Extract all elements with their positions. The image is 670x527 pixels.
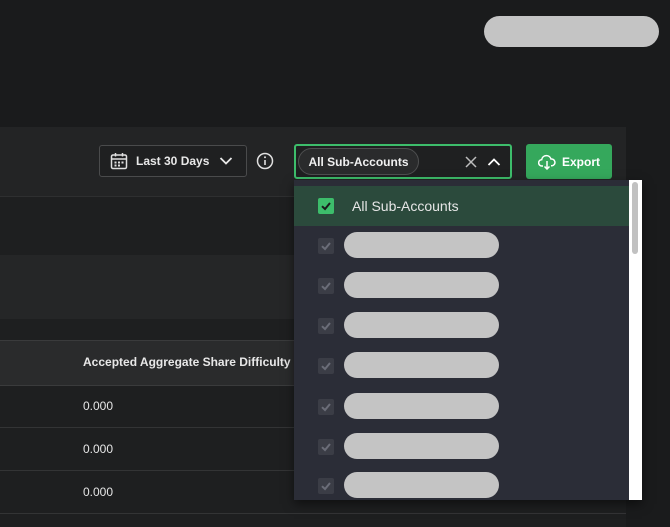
redacted-option-label (344, 393, 499, 419)
close-icon[interactable] (464, 155, 478, 169)
table-cell: 0.000 (83, 442, 114, 456)
redacted-option-label (344, 352, 499, 378)
checkmark-icon (321, 282, 331, 291)
checkmark-icon (321, 362, 331, 371)
dropdown-option[interactable] (294, 346, 629, 386)
table-cell: 0.000 (83, 485, 114, 499)
checkmark-icon (321, 403, 331, 412)
checkbox[interactable] (318, 238, 334, 254)
info-icon[interactable] (256, 152, 274, 170)
cloud-download-icon (537, 154, 556, 170)
export-label: Export (561, 154, 600, 169)
selected-chip[interactable]: All Sub-Accounts (298, 148, 419, 175)
dropdown-option-label: All Sub-Accounts (352, 198, 459, 214)
checkbox[interactable] (318, 318, 334, 334)
date-range-label: Last 30 Days (136, 154, 210, 168)
scrollbar-thumb[interactable] (632, 182, 638, 254)
table-cell: 0.000 (83, 399, 114, 413)
redacted-option-label (344, 272, 499, 298)
chevron-down-icon (219, 154, 233, 168)
chevron-up-icon[interactable] (487, 155, 501, 169)
redacted-option-label (344, 433, 499, 459)
checkbox[interactable] (318, 439, 334, 455)
dropdown-option[interactable] (294, 427, 629, 467)
checkbox[interactable] (318, 399, 334, 415)
checkmark-icon (321, 322, 331, 331)
dropdown-option-all-sub-accounts[interactable]: All Sub-Accounts (294, 186, 629, 226)
export-button[interactable]: Export (526, 144, 612, 179)
checkmark-icon (321, 202, 331, 211)
date-range-button[interactable]: Last 30 Days (99, 145, 247, 177)
checkbox[interactable] (318, 278, 334, 294)
checkmark-icon (321, 242, 331, 251)
dropdown-scrollbar[interactable] (629, 180, 642, 500)
checkbox-checked[interactable] (318, 198, 334, 214)
calendar-icon (110, 152, 128, 170)
dropdown-option[interactable] (294, 306, 629, 346)
redacted-option-label (344, 232, 499, 258)
checkmark-icon (321, 482, 331, 491)
redacted-option-label (344, 312, 499, 338)
checkbox[interactable] (318, 478, 334, 494)
dropdown-option[interactable] (294, 266, 629, 306)
redacted-user-pill (484, 16, 659, 47)
page: Last 30 Days All Sub-Accounts Export Acc… (0, 0, 670, 527)
checkmark-icon (321, 443, 331, 452)
dropdown-option[interactable] (294, 387, 629, 427)
sub-account-select[interactable]: All Sub-Accounts (294, 144, 512, 179)
dropdown-option[interactable] (294, 226, 629, 266)
dropdown-option[interactable] (294, 466, 629, 500)
sub-account-dropdown: All Sub-Accounts (294, 180, 642, 500)
checkbox[interactable] (318, 358, 334, 374)
column-header-accepted-aggregate-share-difficulty[interactable]: Accepted Aggregate Share Difficulty (83, 355, 291, 369)
redacted-option-label (344, 472, 499, 498)
